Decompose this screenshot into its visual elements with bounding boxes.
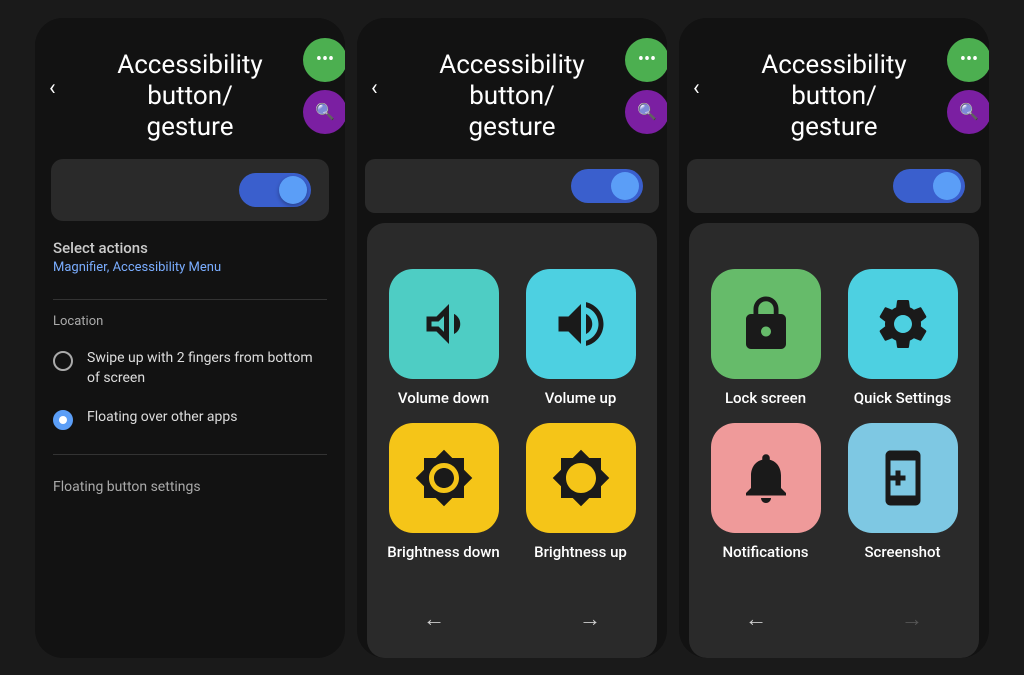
quick-settings-icon-bg bbox=[848, 269, 958, 379]
screen3-back-arrow[interactable]: ‹ bbox=[693, 76, 700, 101]
screen2-nav-arrows: ← → bbox=[383, 592, 641, 642]
screen3-header: ‹ Accessibility button/gesture ••• 🔍 bbox=[679, 18, 989, 160]
magnify-icon: 🔍 bbox=[315, 102, 335, 121]
lock-screen-icon bbox=[736, 294, 796, 354]
phone-screen-3: ‹ Accessibility button/gesture ••• 🔍 bbox=[679, 18, 989, 658]
screen3-nav-right: → bbox=[901, 606, 923, 632]
magnify-icon-3: 🔍 bbox=[959, 102, 979, 121]
screen2-header: ‹ Accessibility button/gesture ••• 🔍 bbox=[357, 18, 667, 160]
screen1-fab-green[interactable]: ••• bbox=[303, 38, 345, 82]
screen1-fab-purple[interactable]: 🔍 bbox=[303, 90, 345, 134]
radio-option-floating[interactable]: Floating over other apps bbox=[35, 398, 345, 440]
magnify-icon-2: 🔍 bbox=[637, 102, 657, 121]
screen2-action-grid: Volume down Volume up bbox=[383, 239, 641, 591]
screen3-nav-arrows: ← → bbox=[705, 592, 963, 642]
screen2-back-arrow[interactable]: ‹ bbox=[371, 76, 378, 101]
volume-down-icon-bg bbox=[389, 269, 499, 379]
radio-circle-swipe bbox=[53, 351, 73, 371]
floating-btn-settings-label[interactable]: Floating button settings bbox=[35, 469, 345, 505]
screen3-fab-purple[interactable]: 🔍 bbox=[947, 90, 989, 134]
screenshot-label: Screenshot bbox=[864, 543, 940, 561]
screen3-nav-left[interactable]: ← bbox=[745, 606, 767, 632]
volume-up-icon-bg bbox=[526, 269, 636, 379]
screen2-fab-green[interactable]: ••• bbox=[625, 38, 667, 82]
volume-down-label: Volume down bbox=[398, 389, 489, 407]
screens-container: ‹ Accessibility button/gesture ••• 🔍 Sel… bbox=[25, 8, 999, 668]
screenshot-icon-bg bbox=[848, 423, 958, 533]
lock-screen-label: Lock screen bbox=[725, 389, 806, 407]
screen1-back-arrow[interactable]: ‹ bbox=[49, 76, 56, 101]
brightness-down-icon bbox=[414, 448, 474, 508]
volume-up-icon bbox=[551, 294, 611, 354]
action-item-volume-up[interactable]: Volume up bbox=[520, 269, 641, 407]
radio-circle-floating bbox=[53, 410, 73, 430]
brightness-up-icon-bg bbox=[526, 423, 636, 533]
toggle-thumb bbox=[279, 176, 307, 204]
action-item-brightness-up[interactable]: Brightness up bbox=[520, 423, 641, 561]
screen1-toggle-area bbox=[51, 159, 329, 221]
screen2-toggle-bar bbox=[365, 159, 659, 213]
quick-settings-label: Quick Settings bbox=[854, 389, 951, 407]
screen2-toggle-thumb bbox=[611, 172, 639, 200]
phone-screen-2: ‹ Accessibility button/gesture ••• 🔍 bbox=[357, 18, 667, 658]
action-item-screenshot[interactable]: Screenshot bbox=[842, 423, 963, 561]
screen3-action-panel: Lock screen Quick Settings bbox=[689, 223, 979, 657]
action-item-volume-down[interactable]: Volume down bbox=[383, 269, 504, 407]
action-item-brightness-down[interactable]: Brightness down bbox=[383, 423, 504, 561]
location-label: Location bbox=[35, 314, 345, 339]
toggle-track[interactable] bbox=[239, 173, 311, 207]
volume-down-icon bbox=[414, 294, 474, 354]
lock-screen-icon-bg bbox=[711, 269, 821, 379]
screen1-fab-container: ••• 🔍 bbox=[303, 38, 345, 134]
screen3-title: Accessibility button/gesture bbox=[697, 50, 971, 144]
screen3-toggle-bar bbox=[687, 159, 981, 213]
screen2-fab-container: ••• 🔍 bbox=[625, 38, 667, 134]
brightness-up-label: Brightness up bbox=[534, 543, 627, 561]
screen2-title: Accessibility button/gesture bbox=[375, 50, 649, 144]
dots-icon-2: ••• bbox=[638, 49, 656, 70]
screen3-toggle-thumb bbox=[933, 172, 961, 200]
phone-screen-1: ‹ Accessibility button/gesture ••• 🔍 Sel… bbox=[35, 18, 345, 658]
screen1-header: ‹ Accessibility button/gesture ••• 🔍 bbox=[35, 18, 345, 160]
dots-icon: ••• bbox=[316, 49, 334, 70]
brightness-down-icon-bg bbox=[389, 423, 499, 533]
select-actions-label: Select actions bbox=[53, 239, 327, 257]
screen1-title: Accessibility button/gesture bbox=[53, 50, 327, 144]
dots-icon-3: ••• bbox=[960, 49, 978, 70]
quick-settings-icon bbox=[873, 294, 933, 354]
volume-up-label: Volume up bbox=[545, 389, 617, 407]
radio-option-swipe[interactable]: Swipe up with 2 fingers from bottom of s… bbox=[35, 339, 345, 398]
select-actions-sub[interactable]: Magnifier, Accessibility Menu bbox=[53, 260, 327, 275]
action-item-quick-settings[interactable]: Quick Settings bbox=[842, 269, 963, 407]
screen2-toggle[interactable] bbox=[571, 169, 643, 203]
screen2-nav-right[interactable]: → bbox=[579, 606, 601, 632]
radio-text-floating: Floating over other apps bbox=[87, 408, 238, 428]
screen3-fab-green[interactable]: ••• bbox=[947, 38, 989, 82]
screen3-toggle[interactable] bbox=[893, 169, 965, 203]
action-item-lock-screen[interactable]: Lock screen bbox=[705, 269, 826, 407]
action-item-notifications[interactable]: Notifications bbox=[705, 423, 826, 561]
screen2-fab-purple[interactable]: 🔍 bbox=[625, 90, 667, 134]
select-actions-section: Select actions Magnifier, Accessibility … bbox=[35, 221, 345, 285]
divider1 bbox=[53, 299, 327, 300]
notifications-label: Notifications bbox=[722, 543, 808, 561]
screen3-fab-container: ••• 🔍 bbox=[947, 38, 989, 134]
notifications-icon bbox=[736, 448, 796, 508]
screen2-action-panel: Volume down Volume up bbox=[367, 223, 657, 657]
divider2 bbox=[53, 454, 327, 455]
brightness-up-icon bbox=[551, 448, 611, 508]
screenshot-icon bbox=[873, 448, 933, 508]
radio-text-swipe: Swipe up with 2 fingers from bottom of s… bbox=[87, 349, 327, 388]
screen2-nav-left[interactable]: ← bbox=[423, 606, 445, 632]
screen3-action-grid: Lock screen Quick Settings bbox=[705, 239, 963, 591]
notifications-icon-bg bbox=[711, 423, 821, 533]
brightness-down-label: Brightness down bbox=[387, 543, 499, 561]
